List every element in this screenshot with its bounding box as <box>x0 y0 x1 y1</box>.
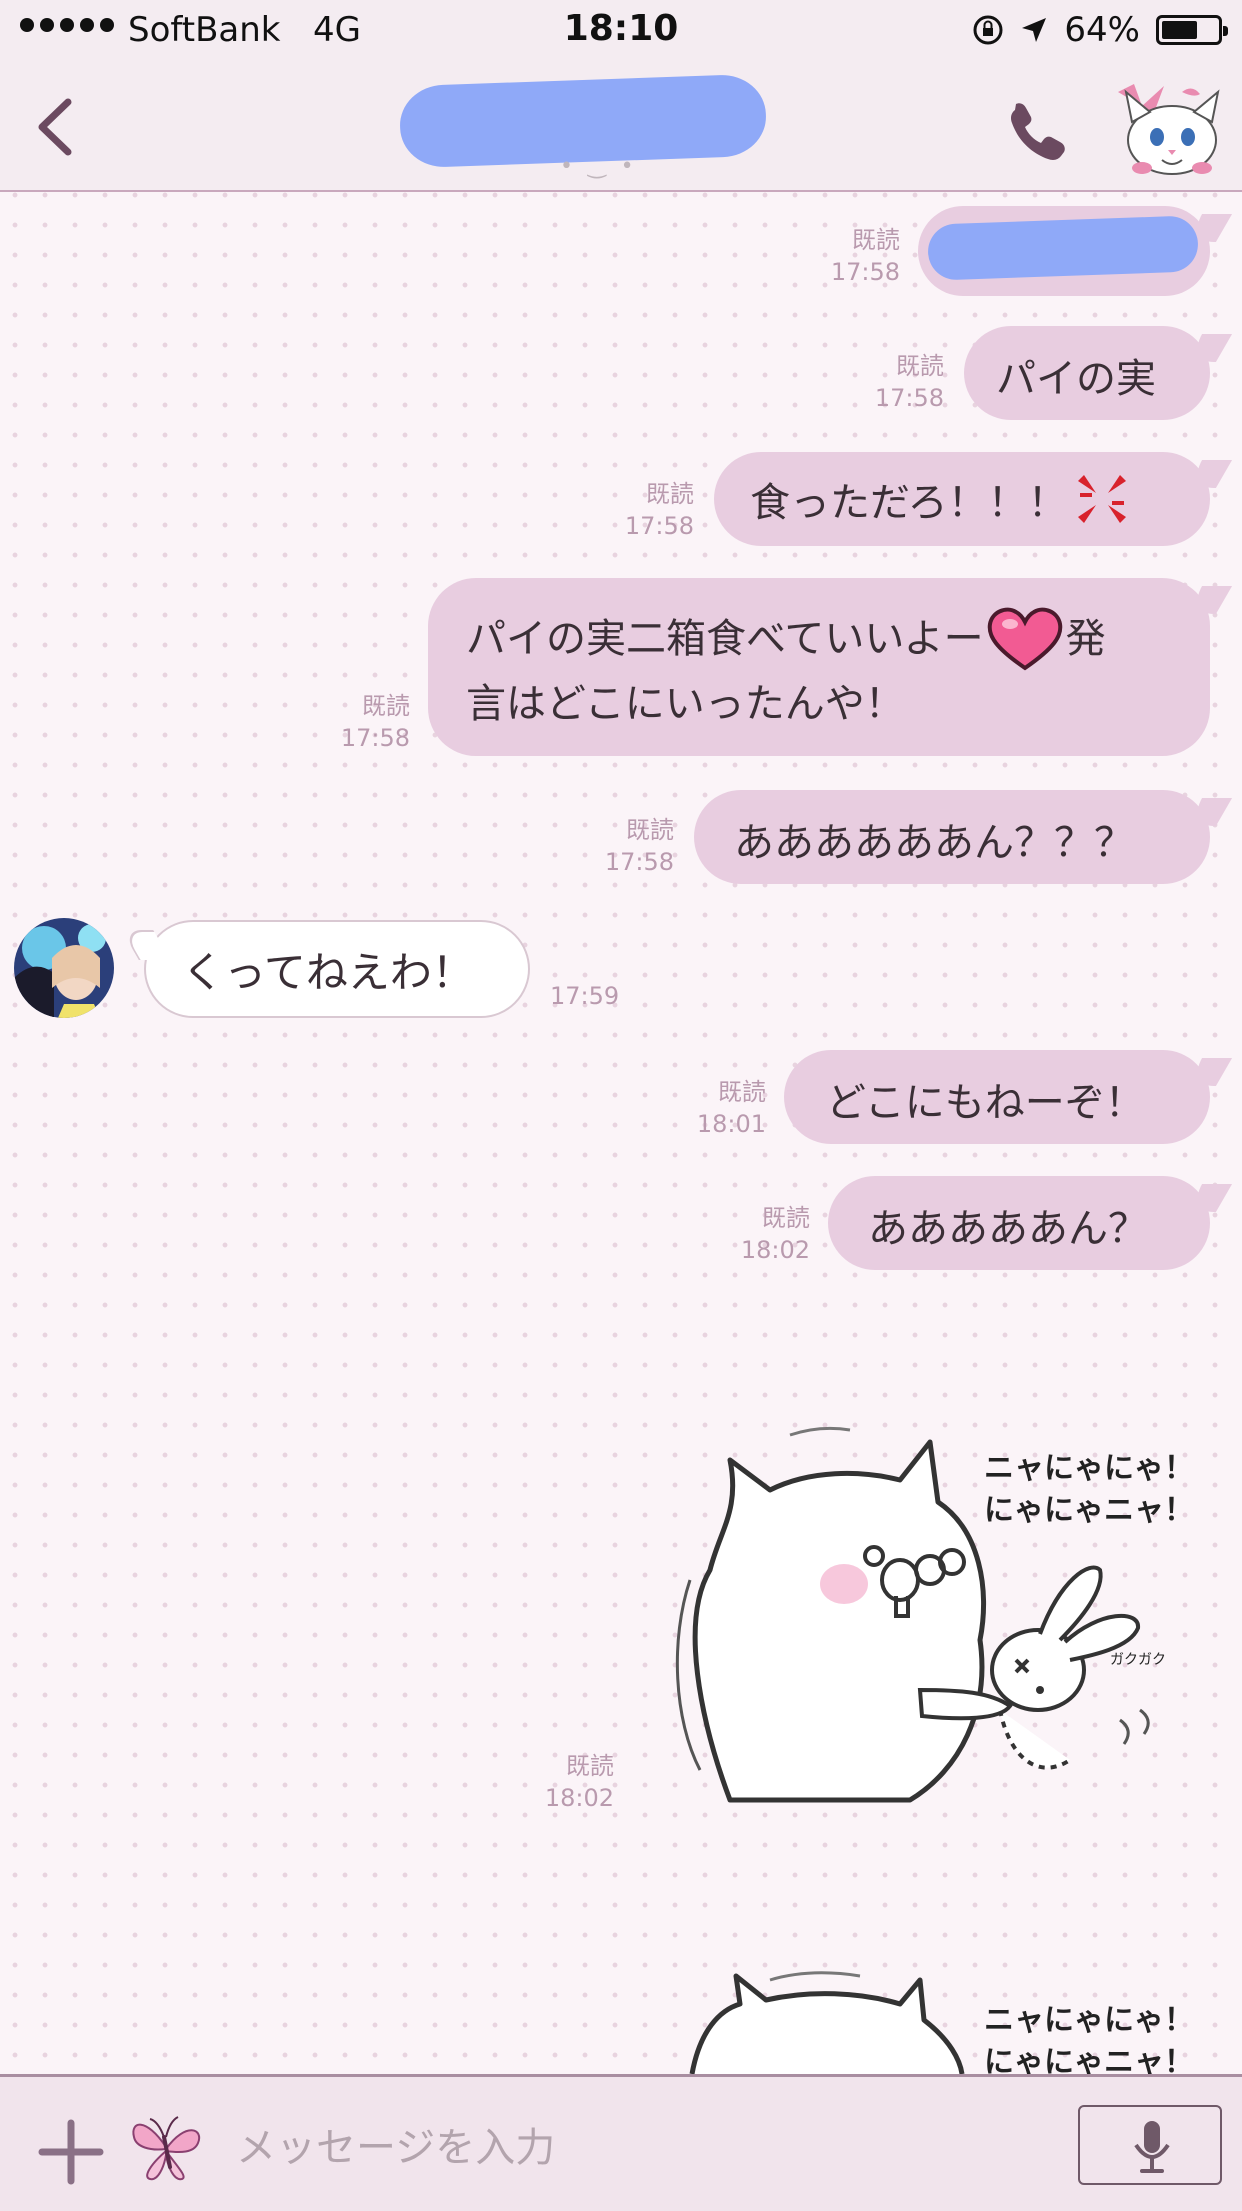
status-bar: SoftBank 4G 18:10 64% <box>0 0 1242 64</box>
phone-icon[interactable] <box>1000 94 1070 164</box>
outgoing-message-bubble[interactable]: パイの実 <box>964 326 1210 420</box>
butterfly-sticker-icon[interactable] <box>126 2107 206 2187</box>
back-chevron-icon[interactable] <box>28 92 88 162</box>
heart-icon <box>987 607 1062 671</box>
friend-avatar[interactable] <box>14 918 114 1018</box>
message-meta: 既読 17:58 <box>874 352 944 412</box>
redacted-message-text <box>927 215 1199 281</box>
sticker-caption: ニャにゃにゃ！ にゃにゃニャ！ <box>984 2003 1194 2074</box>
chat-header: • ‿ • <box>0 64 1242 192</box>
message-meta: 既読 17:58 <box>604 816 674 876</box>
outgoing-message-bubble[interactable]: 食っただろ！！！ <box>714 452 1210 546</box>
location-arrow-icon <box>1022 18 1047 42</box>
message-line: パイの実二箱食べていいよー 発 <box>466 606 1172 672</box>
cat-avatar-icon[interactable] <box>1112 82 1222 178</box>
message-meta: 既読 18:02 <box>740 1204 810 1264</box>
microphone-icon <box>1134 2121 1170 2173</box>
message-input-bar: メッセージを入力 <box>0 2074 1242 2211</box>
sticker-caption: ニャにゃにゃ！ にゃにゃニャ！ <box>984 1451 1194 1528</box>
message-line: 言はどこにいったんや！ <box>466 681 905 727</box>
sticker-sfx: ガクガク <box>1110 1652 1166 1668</box>
orientation-lock-icon <box>973 15 1003 45</box>
cat-sticker-partial[interactable] <box>680 1970 980 2074</box>
mic-button[interactable] <box>1078 2105 1222 2185</box>
outgoing-message-bubble[interactable] <box>918 206 1210 296</box>
outgoing-message-bubble[interactable]: パイの実二箱食べていいよー 発 言はどこにいったんや！ <box>428 578 1210 756</box>
battery-percent: 64% <box>1064 10 1140 50</box>
battery-icon <box>1156 15 1228 45</box>
outgoing-message-bubble[interactable]: どこにもねーぞ！ <box>784 1050 1210 1144</box>
incoming-message-bubble[interactable]: くってねえわ！ <box>144 920 530 1018</box>
message-meta: 既読 18:02 <box>544 1752 614 1812</box>
message-meta: 既読 17:58 <box>624 480 694 540</box>
status-right-cluster: 64% <box>972 10 1228 50</box>
message-meta: 既読 17:58 <box>340 692 410 752</box>
anger-icon <box>1077 475 1126 523</box>
message-meta: 既読 18:01 <box>696 1078 766 1138</box>
outgoing-message-bubble[interactable]: あああああん？ <box>828 1176 1210 1270</box>
title-subtext: • ‿ • <box>560 154 638 179</box>
message-meta: 既読 17:58 <box>830 226 900 286</box>
message-input[interactable]: メッセージを入力 <box>236 2115 555 2173</box>
outgoing-message-bubble[interactable]: ああああああん？？？ <box>694 790 1210 884</box>
plus-icon[interactable] <box>36 2117 106 2187</box>
incoming-message-time: 17:59 <box>550 982 620 1010</box>
